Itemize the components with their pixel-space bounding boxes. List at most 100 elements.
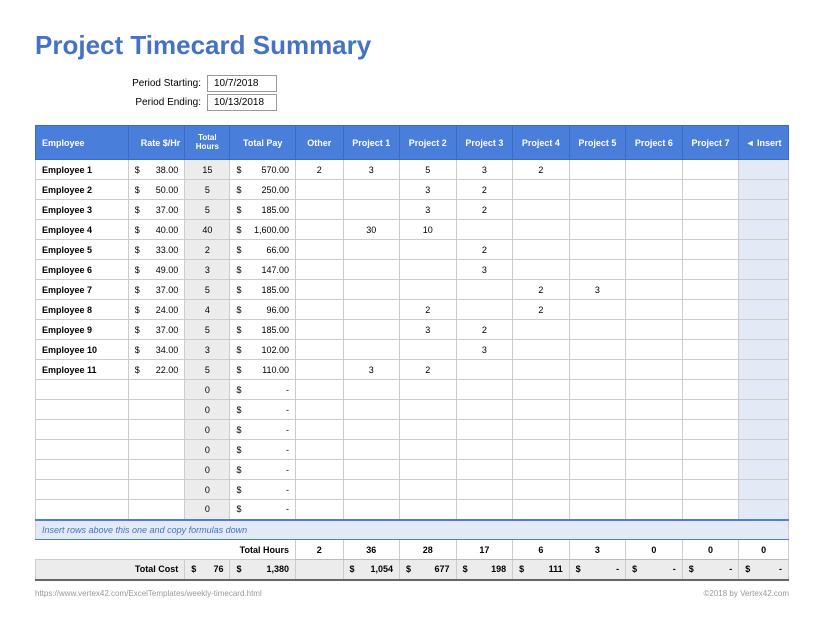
cell[interactable] — [296, 460, 343, 480]
cell[interactable]: $- — [739, 560, 789, 580]
cell-project[interactable] — [343, 180, 400, 200]
cell-other[interactable]: 2 — [296, 160, 343, 180]
cell[interactable] — [626, 440, 683, 460]
cell-project[interactable]: 2 — [456, 320, 513, 340]
cell[interactable]: $- — [230, 480, 296, 500]
cell[interactable] — [343, 380, 400, 400]
cell[interactable]: $66.00 — [230, 240, 296, 260]
cell-project[interactable] — [343, 200, 400, 220]
cell-employee[interactable]: Employee 11 — [36, 360, 129, 380]
cell[interactable]: $49.00 — [128, 260, 185, 280]
cell[interactable]: $- — [230, 380, 296, 400]
cell[interactable]: $1,054 — [343, 560, 400, 580]
cell-other[interactable] — [296, 200, 343, 220]
cell-project[interactable] — [513, 180, 570, 200]
cell-employee[interactable] — [36, 440, 129, 460]
cell-project[interactable] — [513, 200, 570, 220]
cell[interactable]: $- — [230, 420, 296, 440]
cell[interactable] — [400, 380, 457, 400]
cell-project[interactable]: 3 — [456, 160, 513, 180]
cell-project[interactable] — [626, 160, 683, 180]
cell-project[interactable]: 2 — [456, 180, 513, 200]
cell[interactable]: $- — [230, 440, 296, 460]
cell-project[interactable] — [513, 320, 570, 340]
cell-project[interactable] — [626, 300, 683, 320]
cell[interactable]: $37.00 — [128, 200, 185, 220]
cell[interactable] — [456, 420, 513, 440]
cell[interactable] — [513, 380, 570, 400]
cell-project[interactable] — [682, 220, 739, 240]
cell-project[interactable]: 3 — [343, 360, 400, 380]
cell-project[interactable] — [513, 340, 570, 360]
cell[interactable] — [513, 460, 570, 480]
cell[interactable] — [128, 460, 185, 480]
cell[interactable] — [682, 440, 739, 460]
cell-project[interactable] — [569, 300, 626, 320]
cell[interactable]: $111 — [513, 560, 570, 580]
cell[interactable] — [343, 460, 400, 480]
cell[interactable]: $- — [682, 560, 739, 580]
cell[interactable] — [296, 440, 343, 460]
cell-project[interactable] — [682, 360, 739, 380]
cell-employee[interactable]: Employee 2 — [36, 180, 129, 200]
cell-project[interactable] — [626, 320, 683, 340]
cell[interactable]: $570.00 — [230, 160, 296, 180]
cell[interactable] — [400, 480, 457, 500]
cell-project[interactable]: 2 — [400, 360, 457, 380]
cell-project[interactable] — [682, 160, 739, 180]
cell-project[interactable]: 5 — [400, 160, 457, 180]
cell[interactable] — [513, 500, 570, 520]
cell-project[interactable]: 3 — [343, 160, 400, 180]
cell[interactable]: $110.00 — [230, 360, 296, 380]
period-end-value[interactable]: 10/13/2018 — [207, 94, 277, 111]
cell[interactable] — [682, 400, 739, 420]
cell-project[interactable] — [626, 180, 683, 200]
cell[interactable]: $34.00 — [128, 340, 185, 360]
cell-employee[interactable]: Employee 8 — [36, 300, 129, 320]
cell[interactable] — [569, 400, 626, 420]
cell[interactable] — [569, 480, 626, 500]
cell[interactable] — [296, 500, 343, 520]
cell-project[interactable] — [569, 340, 626, 360]
cell[interactable] — [682, 460, 739, 480]
cell-employee[interactable]: Employee 9 — [36, 320, 129, 340]
cell-project[interactable]: 3 — [569, 280, 626, 300]
cell[interactable] — [400, 420, 457, 440]
cell-project[interactable] — [682, 340, 739, 360]
cell[interactable] — [343, 480, 400, 500]
cell[interactable] — [343, 500, 400, 520]
cell[interactable]: $76 — [185, 560, 230, 580]
cell[interactable] — [296, 420, 343, 440]
cell[interactable]: $185.00 — [230, 280, 296, 300]
cell-project[interactable] — [456, 300, 513, 320]
cell[interactable]: $147.00 — [230, 260, 296, 280]
cell[interactable]: $- — [230, 400, 296, 420]
cell[interactable]: $- — [230, 500, 296, 520]
cell[interactable]: $37.00 — [128, 280, 185, 300]
cell[interactable]: $33.00 — [128, 240, 185, 260]
cell-project[interactable] — [343, 240, 400, 260]
cell-project[interactable] — [569, 260, 626, 280]
cell-project[interactable]: 10 — [400, 220, 457, 240]
cell-employee[interactable] — [36, 500, 129, 520]
cell-project[interactable] — [400, 240, 457, 260]
cell-employee[interactable] — [36, 460, 129, 480]
cell-other[interactable] — [296, 360, 343, 380]
cell-project[interactable] — [682, 300, 739, 320]
cell-project[interactable]: 3 — [456, 340, 513, 360]
cell-project[interactable] — [456, 360, 513, 380]
cell-other[interactable] — [296, 340, 343, 360]
cell[interactable] — [128, 480, 185, 500]
cell-project[interactable] — [682, 280, 739, 300]
cell[interactable] — [128, 380, 185, 400]
cell-project[interactable] — [343, 300, 400, 320]
cell-project[interactable] — [569, 200, 626, 220]
cell[interactable] — [128, 420, 185, 440]
cell-project[interactable]: 2 — [513, 280, 570, 300]
cell[interactable] — [626, 500, 683, 520]
cell[interactable] — [456, 460, 513, 480]
cell[interactable] — [513, 420, 570, 440]
cell[interactable]: $40.00 — [128, 220, 185, 240]
cell-project[interactable] — [626, 260, 683, 280]
cell-other[interactable] — [296, 220, 343, 240]
